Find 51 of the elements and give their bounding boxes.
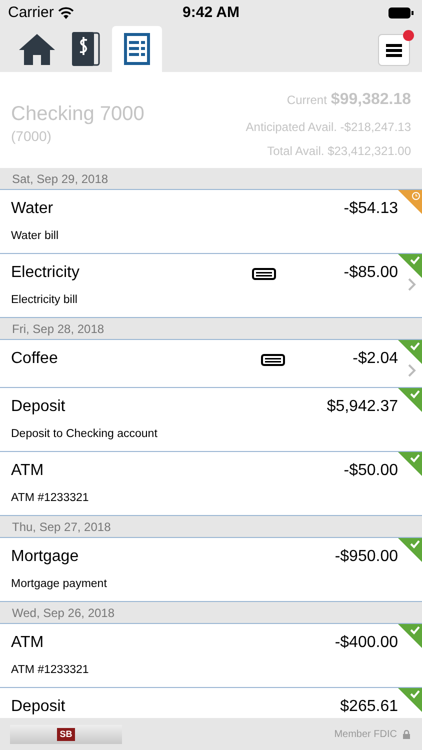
- transaction-name: Mortgage: [11, 547, 80, 567]
- transaction-row[interactable]: ATM ATM #1233321 -$50.00: [0, 452, 422, 516]
- statement-icon: [124, 33, 150, 65]
- date-header: Thu, Sep 27, 2018: [0, 516, 422, 538]
- money-icon: [71, 31, 103, 67]
- transaction-name: Water: [11, 199, 54, 219]
- transaction-description: Water bill: [11, 229, 60, 244]
- account-number: (7000): [11, 127, 52, 146]
- transaction-amount: -$950.00: [334, 547, 398, 567]
- transaction-description: ATM #1233321: [11, 491, 90, 506]
- account-name: Checking 7000: [11, 102, 144, 126]
- transaction-row[interactable]: Coffee -$2.04: [0, 340, 422, 388]
- transaction-name: Electricity: [11, 263, 80, 283]
- wifi-icon: [58, 7, 74, 19]
- date-header: Wed, Sep 26, 2018: [0, 602, 422, 624]
- transaction-name: Deposit: [11, 397, 66, 417]
- transaction-amount: -$400.00: [334, 633, 398, 653]
- transaction-description: Deposit to Checking account: [11, 427, 158, 442]
- fdic-note: Member FDIC: [334, 728, 397, 742]
- transaction-name: ATM: [11, 461, 45, 481]
- transaction-row[interactable]: Deposit Deposit to Checking account $5,942.37: [0, 388, 422, 452]
- transaction-description: Electricity bill: [11, 293, 78, 308]
- transaction-amount: -$2.04: [352, 349, 398, 369]
- transaction-amount: $265.61: [340, 697, 398, 717]
- date-header: Fri, Sep 28, 2018: [0, 318, 422, 340]
- transaction-row[interactable]: ATM ATM #1233321 -$400.00: [0, 624, 422, 688]
- transaction-description: Mortgage payment: [11, 577, 108, 592]
- home-icon: [17, 32, 57, 66]
- lock-icon: [403, 730, 410, 738]
- current-balance: $99,382.18: [330, 90, 411, 110]
- transaction-name: Coffee: [11, 349, 59, 369]
- transaction-row[interactable]: Water Water bill -$54.13: [0, 190, 422, 254]
- transaction-amount: -$54.13: [344, 199, 398, 219]
- total-balance: Total Avail. $23,412,321.00: [267, 143, 411, 160]
- bank-logo: SB: [10, 724, 122, 744]
- transaction-name: ATM: [11, 633, 45, 653]
- nav-tab[interactable]: [112, 26, 162, 72]
- clock-time: 9:42 AM: [182, 2, 240, 23]
- carrier-label: Carrier: [8, 2, 54, 23]
- transaction-name: Deposit: [11, 697, 66, 717]
- transaction-row[interactable]: Mortgage Mortgage payment -$950.00: [0, 538, 422, 602]
- transaction-description: ATM #1233321: [11, 663, 90, 678]
- anticipated-balance: Anticipated Avail. -$218,247.13: [246, 119, 411, 136]
- transaction-row[interactable]: Electricity Electricity bill -$85.00: [0, 254, 422, 318]
- menu-icon: [386, 44, 402, 56]
- transaction-amount: $5,942.37: [326, 397, 398, 417]
- transaction-amount: -$50.00: [344, 461, 398, 481]
- current-label: Current: [286, 92, 327, 109]
- date-header: Sat, Sep 29, 2018: [0, 168, 422, 190]
- battery-icon: [388, 7, 414, 19]
- transaction-amount: -$85.00: [344, 263, 398, 283]
